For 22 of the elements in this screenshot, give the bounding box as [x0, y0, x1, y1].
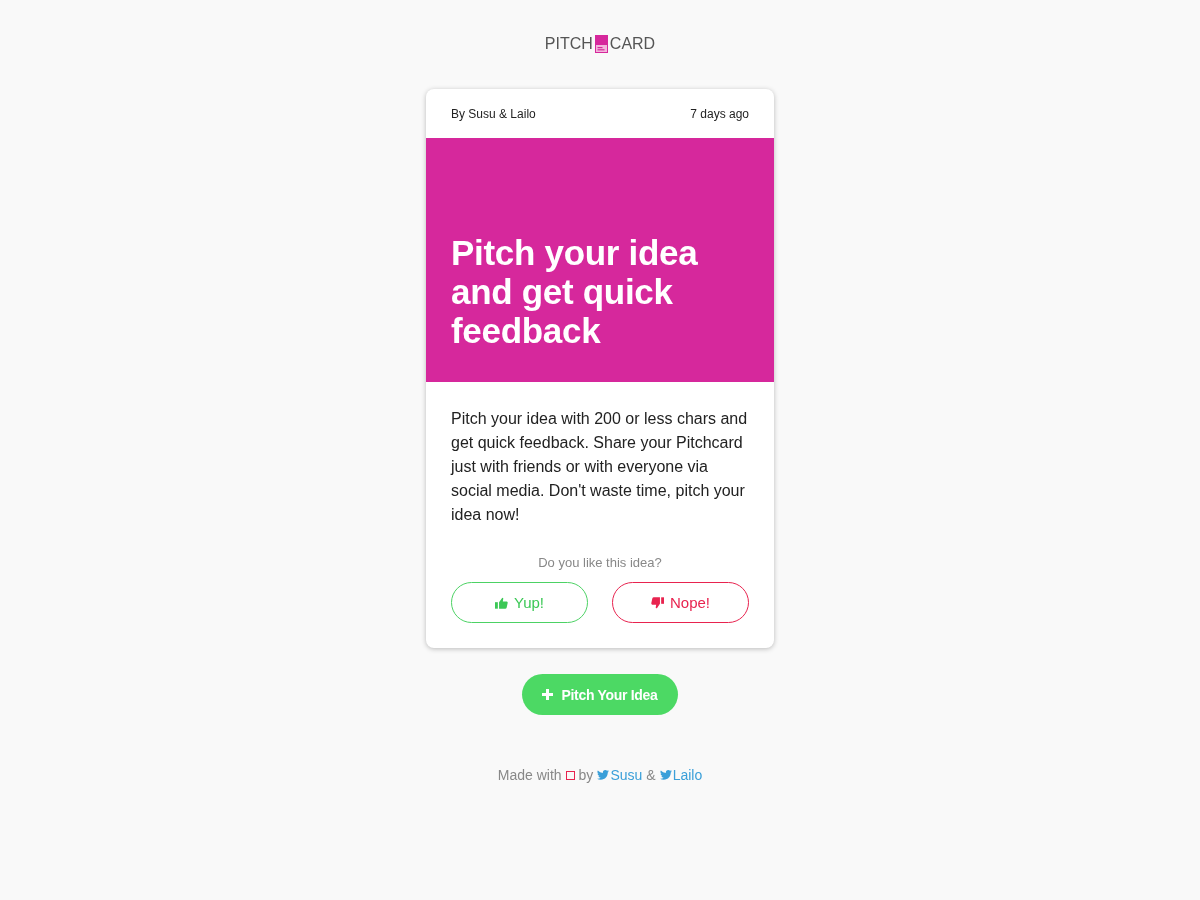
- thumbs-up-icon: [495, 596, 508, 609]
- footer-text: by: [578, 767, 594, 783]
- card-icon: [594, 35, 608, 53]
- footer-text: &: [646, 767, 656, 783]
- headline: Pitch your idea and get quick feedback: [451, 233, 699, 350]
- square-icon: [565, 770, 575, 780]
- bird-icon: [659, 770, 672, 780]
- logo-text: PITCH: [544, 35, 593, 53]
- author-text: By Susu & Lailo: [451, 106, 536, 121]
- author-link[interactable]: Susu: [597, 767, 643, 783]
- plus-icon: [542, 689, 554, 700]
- nope-button[interactable]: Nope!: [612, 582, 749, 623]
- thumbs-down-icon: [651, 596, 664, 609]
- pitch-idea-button[interactable]: Pitch Your Idea: [522, 674, 678, 715]
- question-text: Do you like this idea?: [537, 555, 663, 570]
- author-link[interactable]: Lailo: [659, 767, 703, 783]
- yup-button[interactable]: Yup!: [451, 582, 588, 623]
- description-text: Pitch your idea with 200 or less chars and get quick feedback. Share your Pitchcard just with friends or with everyone via social media. Don't waste time, pitch your idea now!: [449, 409, 749, 525]
- time-text: 7 days ago: [690, 106, 749, 121]
- logo-text: CARD: [609, 35, 656, 53]
- bird-icon: [597, 770, 610, 780]
- footer-text: Made with: [497, 767, 562, 783]
